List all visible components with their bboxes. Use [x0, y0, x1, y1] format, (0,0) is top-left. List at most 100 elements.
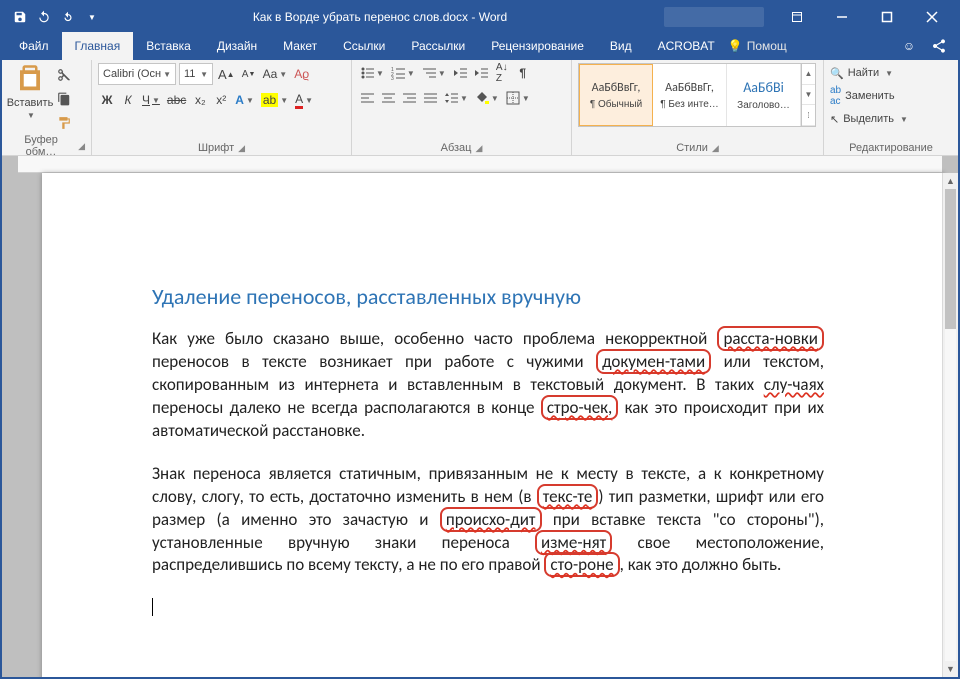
ribbon: Вставить ▼ Буфер обм… ◢ Calibri (Осн▼ 11▼… — [2, 60, 958, 156]
style-no-spacing[interactable]: АаБбВвГг, ¶ Без инте… — [653, 64, 727, 126]
dialog-launcher-icon[interactable]: ◢ — [78, 141, 85, 152]
dialog-launcher-icon[interactable]: ◢ — [712, 143, 719, 154]
group-font: Calibri (Осн▼ 11▼ A▲ A▼ Aa▼ Aϱ Ж К Ч▼ ab… — [92, 60, 352, 156]
editing-group-label: Редактирование — [849, 142, 933, 154]
style-heading1[interactable]: АаБбВі Заголово… — [727, 64, 801, 126]
highlight-icon[interactable]: ab▼ — [259, 90, 290, 110]
tell-me-label: Помощ — [747, 39, 787, 53]
select-button[interactable]: ↖Выделить▼ — [830, 109, 908, 129]
format-painter-icon[interactable] — [55, 113, 73, 133]
font-size-select[interactable]: 11▼ — [179, 63, 213, 85]
tab-layout[interactable]: Макет — [270, 32, 330, 60]
doc-paragraph-2: Знак переноса является статичным, привяз… — [152, 463, 824, 578]
save-icon[interactable] — [12, 9, 28, 25]
copy-icon[interactable] — [55, 89, 73, 109]
tab-insert[interactable]: Вставка — [133, 32, 204, 60]
style-normal[interactable]: АаБбВвГг, ¶ Обычный — [579, 64, 653, 126]
scroll-down-icon[interactable]: ▼ — [943, 661, 958, 677]
bold-button[interactable]: Ж — [98, 90, 116, 110]
chevron-down-icon: ▼ — [27, 111, 35, 120]
titlebar: ▼ Как в Ворде убрать перенос слов.docx -… — [2, 2, 958, 32]
multilevel-list-icon[interactable]: ▼ — [420, 63, 448, 83]
align-right-icon[interactable] — [400, 88, 418, 108]
doc-paragraph-1: Как уже было сказано выше, особенно част… — [152, 328, 824, 443]
font-color-icon[interactable]: A▼ — [293, 90, 315, 110]
align-center-icon[interactable] — [379, 88, 397, 108]
paste-icon — [14, 63, 46, 95]
shading-icon[interactable]: ▼ — [473, 88, 501, 108]
tell-me-search[interactable]: 💡 Помощ — [728, 32, 787, 60]
feedback-icon[interactable]: ☺ — [894, 32, 924, 60]
document-area: Удаление переносов, расставленных вручну… — [2, 156, 958, 677]
superscript-button[interactable]: x² — [212, 90, 230, 110]
replace-icon: abac — [830, 85, 841, 107]
search-icon: 🔍 — [830, 67, 844, 80]
tab-design[interactable]: Дизайн — [204, 32, 270, 60]
maximize-icon[interactable] — [864, 2, 909, 32]
line-spacing-icon[interactable]: ▼ — [442, 88, 470, 108]
tab-acrobat[interactable]: ACROBAT — [645, 32, 728, 60]
window-controls — [774, 2, 954, 32]
justify-icon[interactable] — [421, 88, 439, 108]
minimize-icon[interactable] — [819, 2, 864, 32]
numbering-icon[interactable]: 123▼ — [389, 63, 417, 83]
change-case-icon[interactable]: Aa▼ — [261, 64, 290, 84]
qat-customize-icon[interactable]: ▼ — [84, 9, 100, 25]
scroll-thumb[interactable] — [945, 189, 956, 329]
tab-file[interactable]: Файл — [6, 32, 62, 60]
ribbon-display-icon[interactable] — [774, 2, 819, 32]
styles-gallery[interactable]: АаБбВвГг, ¶ Обычный АаБбВвГг, ¶ Без инте… — [578, 63, 816, 127]
bulb-icon: 💡 — [728, 39, 743, 53]
sign-in-area[interactable] — [664, 7, 764, 27]
scroll-up-icon[interactable]: ▲ — [943, 173, 958, 189]
styles-group-label: Стили — [676, 142, 708, 154]
close-icon[interactable] — [909, 2, 954, 32]
share-icon[interactable] — [924, 32, 954, 60]
sort-icon[interactable]: A↓Z — [493, 63, 511, 83]
undo-icon[interactable] — [36, 9, 52, 25]
strikethrough-button[interactable]: abc — [165, 90, 188, 110]
window-title: Как в Ворде убрать перенос слов.docx - W… — [106, 10, 654, 24]
replace-button[interactable]: abacЗаменить — [830, 86, 908, 106]
group-clipboard: Вставить ▼ Буфер обм… ◢ — [2, 60, 92, 156]
tab-home[interactable]: Главная — [62, 32, 134, 60]
doc-heading: Удаление переносов, расставленных вручну… — [152, 283, 824, 310]
select-icon: ↖ — [830, 113, 839, 126]
doc-cursor-line — [152, 597, 824, 620]
clear-formatting-icon[interactable]: Aϱ — [292, 64, 311, 84]
styles-scroll[interactable]: ▲▼⁞ — [801, 64, 815, 126]
quick-access-toolbar: ▼ — [6, 9, 106, 25]
align-left-icon[interactable] — [358, 88, 376, 108]
svg-text:3: 3 — [391, 76, 394, 80]
redo-icon[interactable] — [60, 9, 76, 25]
group-editing: 🔍Найти▼ abacЗаменить ↖Выделить▼ Редактир… — [824, 60, 958, 156]
grow-font-icon[interactable]: A▲ — [216, 64, 237, 84]
group-paragraph: ▼ 123▼ ▼ A↓Z ¶ ▼ ▼ ▼ Абзац◢ — [352, 60, 572, 156]
tab-view[interactable]: Вид — [597, 32, 645, 60]
document-page[interactable]: Удаление переносов, расставленных вручну… — [42, 173, 944, 677]
horizontal-ruler[interactable] — [18, 156, 942, 173]
cut-icon[interactable] — [55, 65, 73, 85]
tab-mailings[interactable]: Рассылки — [398, 32, 478, 60]
find-button[interactable]: 🔍Найти▼ — [830, 63, 908, 83]
show-marks-icon[interactable]: ¶ — [514, 63, 532, 83]
tab-review[interactable]: Рецензирование — [478, 32, 597, 60]
borders-icon[interactable]: ▼ — [504, 88, 532, 108]
underline-button[interactable]: Ч▼ — [140, 90, 162, 110]
dialog-launcher-icon[interactable]: ◢ — [475, 143, 482, 154]
shrink-font-icon[interactable]: A▼ — [240, 64, 258, 84]
increase-indent-icon[interactable] — [472, 63, 490, 83]
text-effects-icon[interactable]: A▼ — [233, 90, 256, 110]
clipboard-label: Буфер обм… — [8, 134, 74, 158]
dialog-launcher-icon[interactable]: ◢ — [238, 143, 245, 154]
subscript-button[interactable]: x₂ — [191, 90, 209, 110]
font-name-select[interactable]: Calibri (Осн▼ — [98, 63, 176, 85]
vertical-scrollbar[interactable]: ▲ ▼ — [942, 173, 958, 677]
font-group-label: Шрифт — [198, 142, 234, 154]
paste-button[interactable]: Вставить ▼ — [8, 63, 52, 120]
italic-button[interactable]: К — [119, 90, 137, 110]
decrease-indent-icon[interactable] — [451, 63, 469, 83]
bullets-icon[interactable]: ▼ — [358, 63, 386, 83]
paste-label: Вставить — [7, 97, 54, 109]
tab-references[interactable]: Ссылки — [330, 32, 398, 60]
